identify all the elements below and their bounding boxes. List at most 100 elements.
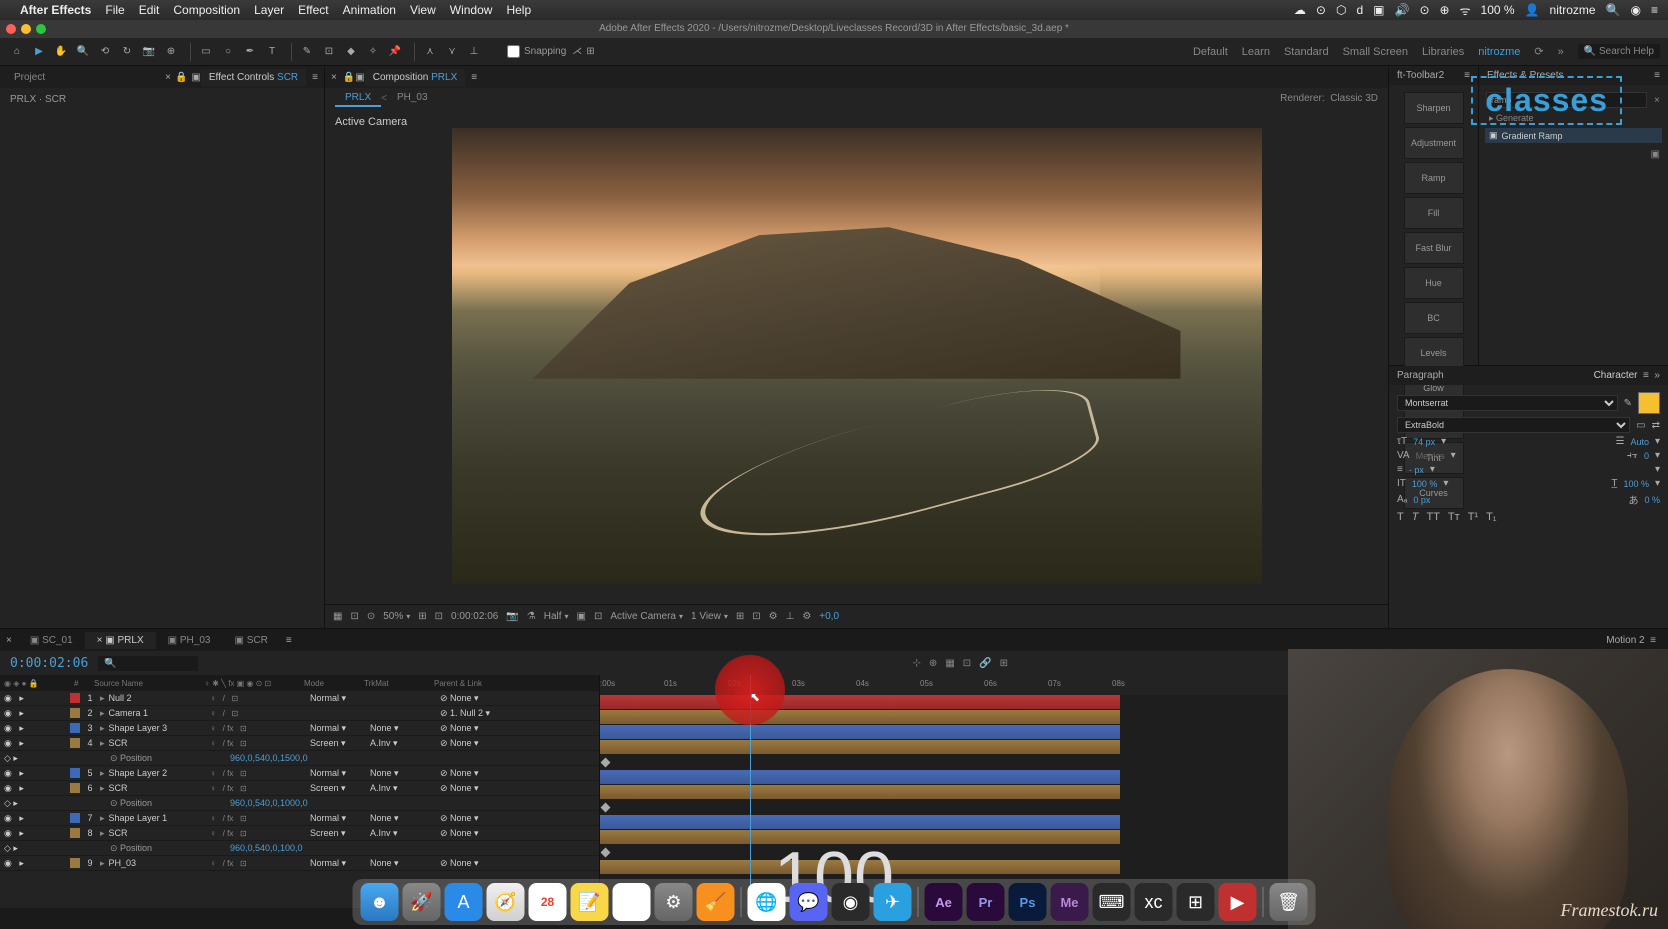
- align-tool-icon[interactable]: ⊥: [465, 43, 483, 61]
- comp-subtab-prlx[interactable]: PRLX: [335, 90, 381, 107]
- font-family-dropdown[interactable]: Montserrat: [1397, 395, 1618, 411]
- camera-tool-icon[interactable]: 📷: [140, 43, 158, 61]
- layer-bar[interactable]: [600, 785, 1120, 799]
- viewer-icon[interactable]: ⚙: [802, 611, 811, 622]
- dock-obs[interactable]: ◉: [832, 883, 870, 921]
- dock-app[interactable]: ⊞: [1177, 883, 1215, 921]
- tl-icon[interactable]: ⊞: [1000, 658, 1008, 669]
- font-size-value[interactable]: 74 px: [1413, 437, 1435, 447]
- col-mode[interactable]: Mode: [300, 679, 360, 688]
- hscale-value[interactable]: 100 %: [1623, 479, 1649, 489]
- comp-subtab-ph03[interactable]: PH_03: [387, 90, 438, 107]
- col-source[interactable]: Source Name: [90, 679, 200, 688]
- menu-animation[interactable]: Animation: [343, 3, 396, 17]
- panel-icon[interactable]: ▣: [191, 72, 200, 83]
- snapping-checkbox[interactable]: [507, 45, 520, 58]
- dock-calendar[interactable]: 28: [529, 883, 567, 921]
- eraser-tool-icon[interactable]: ◆: [342, 43, 360, 61]
- dock-chrome[interactable]: 🌐: [748, 883, 786, 921]
- brush-tool-icon[interactable]: ✎: [298, 43, 316, 61]
- menubar-icon[interactable]: ⬡: [1336, 3, 1346, 17]
- motion-panel-tab[interactable]: Motion 2 ≡: [1594, 632, 1668, 649]
- dock-app[interactable]: xc: [1135, 883, 1173, 921]
- font-weight-dropdown[interactable]: ExtraBold: [1397, 417, 1630, 433]
- snap-icon[interactable]: ⊞: [586, 46, 594, 57]
- roto-tool-icon[interactable]: ✧: [364, 43, 382, 61]
- dock-discord[interactable]: 💬: [790, 883, 828, 921]
- dock-appstore[interactable]: A: [445, 883, 483, 921]
- menubar-icon[interactable]: ⊕: [1440, 3, 1450, 17]
- notifications-icon[interactable]: ≡: [1651, 3, 1658, 17]
- bold-icon[interactable]: T: [1397, 511, 1404, 523]
- workspace-libraries[interactable]: Libraries: [1422, 46, 1464, 58]
- menu-window[interactable]: Window: [450, 3, 493, 17]
- timeline-tab-ph03[interactable]: ▣ PH_03: [156, 632, 223, 649]
- viewer-icon[interactable]: ▦: [333, 611, 342, 622]
- timeline-layer[interactable]: ◉ ▸ 8 ▸ SCR ♀ / fx ⊡ Screen ▾ A.Inv ▾ ⊘ …: [0, 826, 599, 841]
- timeline-layer[interactable]: ◉ ▸ 6 ▸ SCR ♀ / fx ⊡ Screen ▾ A.Inv ▾ ⊘ …: [0, 781, 599, 796]
- effects-presets-title[interactable]: Effects & Presets: [1487, 70, 1564, 81]
- wifi-icon[interactable]: ᯤ: [1460, 2, 1471, 19]
- tl-icon[interactable]: ⊕: [929, 658, 937, 669]
- dock-notes[interactable]: 📝: [571, 883, 609, 921]
- toolbar2-btn-hue[interactable]: Hue: [1404, 267, 1464, 299]
- menubar-icon[interactable]: ☁: [1294, 3, 1306, 17]
- camera-dropdown[interactable]: Active Camera: [610, 611, 683, 622]
- ellipse-tool-icon[interactable]: ○: [219, 43, 237, 61]
- menubar-icon[interactable]: ⊙: [1419, 3, 1429, 17]
- menu-edit[interactable]: Edit: [139, 3, 160, 17]
- dock-photoshop[interactable]: Ps: [1009, 883, 1047, 921]
- layer-bar[interactable]: [600, 740, 1120, 754]
- puppet-tool-icon[interactable]: 📌: [386, 43, 404, 61]
- dock-trash[interactable]: 🗑: [1270, 883, 1308, 921]
- menu-composition[interactable]: Composition: [173, 3, 240, 17]
- selection-tool-icon[interactable]: ▶: [30, 43, 48, 61]
- timeline-layer[interactable]: ◉ ▸ 7 ▸ Shape Layer 1 ♀ / fx ⊡ Normal ▾ …: [0, 811, 599, 826]
- stroke-icon[interactable]: ▭: [1636, 420, 1645, 431]
- home-icon[interactable]: ⌂: [8, 43, 26, 61]
- layer-bar[interactable]: [600, 695, 1120, 709]
- menu-view[interactable]: View: [410, 3, 436, 17]
- toolbar-user[interactable]: nitrozme: [1478, 46, 1520, 58]
- composition-viewer[interactable]: Active Camera: [325, 108, 1388, 604]
- menubar-icon[interactable]: 🔊: [1395, 3, 1410, 17]
- dock-preferences[interactable]: ⚙: [655, 883, 693, 921]
- col-parent[interactable]: Parent & Link: [430, 679, 530, 688]
- workspace-default[interactable]: Default: [1193, 46, 1228, 58]
- timeline-layer[interactable]: ◉ ▸ 1 ▸ Null 2 ♀ / ⊡ Normal ▾ ⊘ None ▾: [0, 691, 599, 706]
- zoom-dropdown[interactable]: 50%: [383, 611, 410, 622]
- menubar-icon[interactable]: d: [1356, 3, 1363, 17]
- rotate-tool-icon[interactable]: ↻: [118, 43, 136, 61]
- dock-finder[interactable]: ☻: [361, 883, 399, 921]
- viewer-icon[interactable]: ⊡: [594, 611, 602, 622]
- dock-live[interactable]: ▶: [1219, 883, 1257, 921]
- timeline-layer[interactable]: ◉ ▸ 3 ▸ Shape Layer 3 ♀ / fx ⊡ Normal ▾ …: [0, 721, 599, 736]
- viewer-icon[interactable]: ⊞: [418, 611, 426, 622]
- user-icon[interactable]: 👤: [1525, 3, 1540, 17]
- timeline-layer[interactable]: ◉ ▸ 2 ▸ Camera 1 ♀ / ⊡ ⊘ 1. Null 2 ▾: [0, 706, 599, 721]
- vscale-value[interactable]: 100 %: [1412, 479, 1438, 489]
- menubar-icon[interactable]: ▣: [1373, 3, 1384, 17]
- tl-icon[interactable]: 🔗: [979, 658, 991, 669]
- lock-icon[interactable]: 🔒: [343, 72, 355, 83]
- toolbar2-title[interactable]: ft-Toolbar2: [1397, 70, 1444, 81]
- viewer-icon[interactable]: ⊙: [367, 611, 375, 622]
- kerning-value[interactable]: Metrics: [1416, 451, 1445, 461]
- timeline-tab-scr[interactable]: ▣ SCR: [222, 632, 279, 649]
- tl-icon[interactable]: ⊡: [963, 658, 971, 669]
- lock-icon[interactable]: 🔒: [175, 72, 187, 83]
- paragraph-tab[interactable]: Paragraph: [1397, 370, 1444, 381]
- col-trkmat[interactable]: TrkMat: [360, 679, 430, 688]
- menu-effect[interactable]: Effect: [298, 3, 328, 17]
- layer-bar[interactable]: [600, 710, 1120, 724]
- panel-icon[interactable]: ▣: [355, 72, 364, 83]
- timeline-layer[interactable]: ◉ ▸ 9 ▸ PH_03 ♀ / fx ⊡ Normal ▾ None ▾ ⊘…: [0, 856, 599, 871]
- minimize-button[interactable]: [21, 24, 31, 34]
- align-tool-icon[interactable]: ⋏: [421, 43, 439, 61]
- rect-tool-icon[interactable]: ▭: [197, 43, 215, 61]
- character-tab[interactable]: Character: [1594, 370, 1638, 381]
- viewer-icon[interactable]: ▣: [577, 611, 586, 622]
- fill-color-swatch[interactable]: [1638, 392, 1660, 414]
- text-tool-icon[interactable]: T: [263, 43, 281, 61]
- superscript-icon[interactable]: T¹: [1468, 511, 1478, 523]
